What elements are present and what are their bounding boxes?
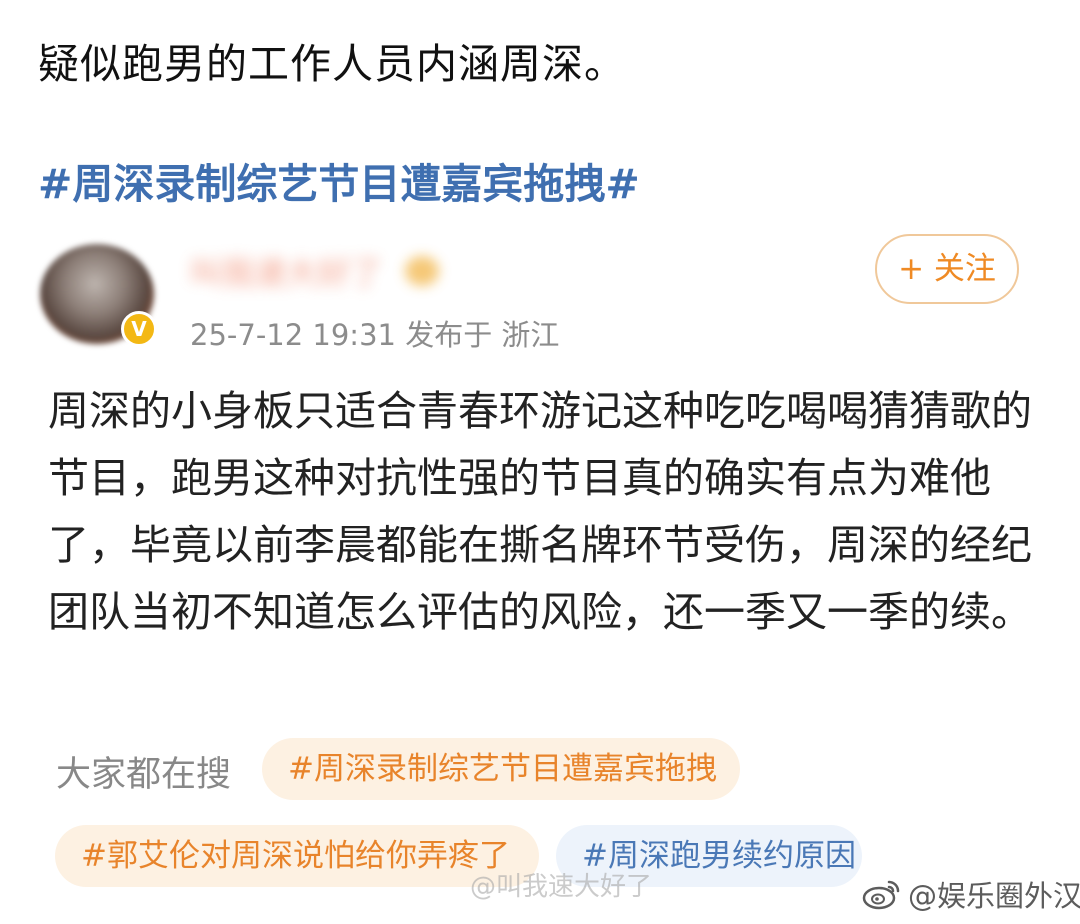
trending-chip[interactable]: #郭艾伦对周深说怕给你弄疼了 bbox=[55, 825, 539, 887]
watermark-text: @娱乐圈外汉 bbox=[908, 879, 1080, 913]
caption-text: 疑似跑男的工作人员内涵周深。 bbox=[38, 40, 626, 88]
trending-chip[interactable]: #周深录制综艺节目遭嘉宾拖拽 bbox=[262, 738, 740, 800]
post-meta: 25-7-12 19:31 发布于 浙江 bbox=[190, 318, 560, 352]
weibo-watermark: @娱乐圈外汉 bbox=[862, 872, 1080, 916]
weibo-logo-icon bbox=[862, 880, 900, 910]
hashtag-topic-link[interactable]: #周深录制综艺节目遭嘉宾拖拽# bbox=[38, 150, 640, 210]
trending-search-label: 大家都在搜 bbox=[56, 755, 232, 795]
post-body-text: 周深的小身板只适合青春环游记这种吃吃喝喝猜猜歌的节目，跑男这种对抗性强的节目真的… bbox=[48, 387, 1032, 636]
username-blurred[interactable]: 叫我速大好了 bbox=[190, 248, 382, 294]
faint-watermark: @叫我速大好了 bbox=[470, 872, 653, 902]
verified-badge-icon: V bbox=[121, 311, 157, 347]
user-level-icon bbox=[405, 256, 439, 286]
weibo-screenshot: 疑似跑男的工作人员内涵周深。 #周深录制综艺节目遭嘉宾拖拽# V 叫我速大好了 … bbox=[0, 0, 1080, 924]
follow-button[interactable]: + 关注 bbox=[875, 234, 1019, 304]
